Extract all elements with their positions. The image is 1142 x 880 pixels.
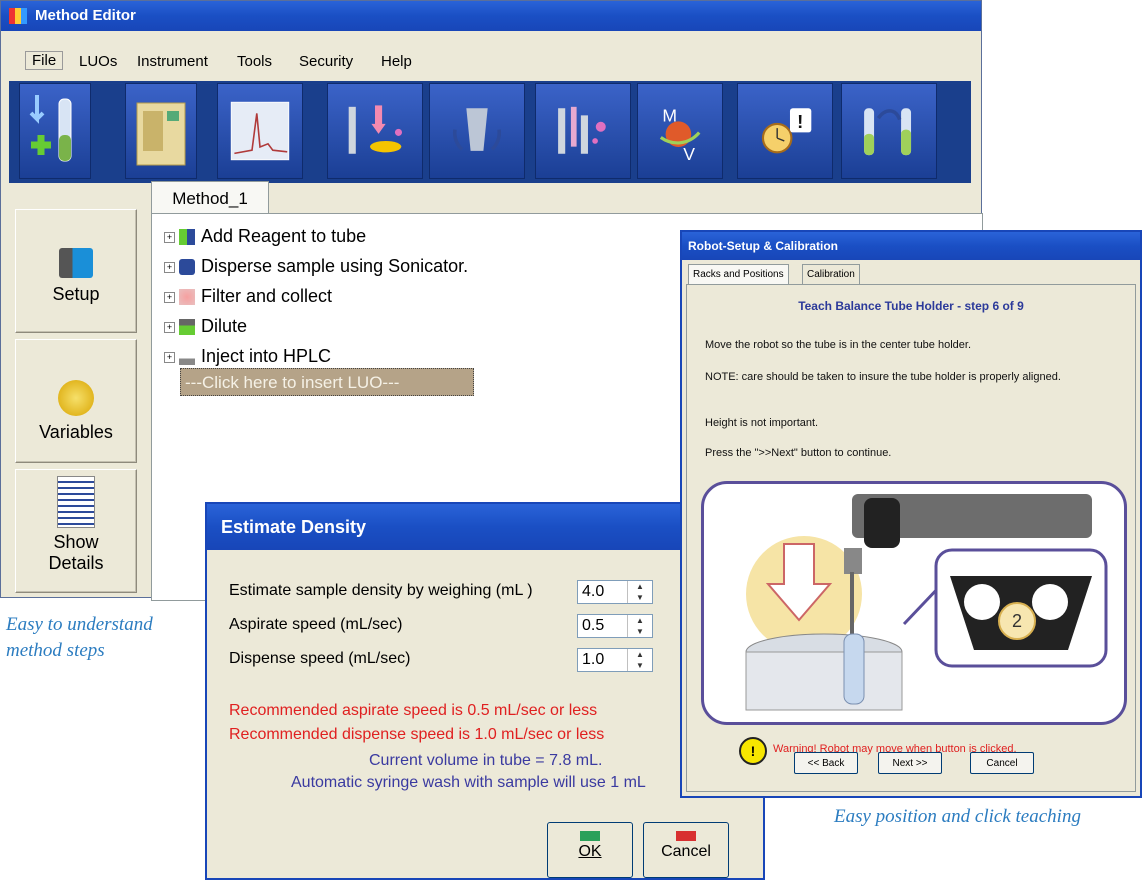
tree-item-label: Filter and collect xyxy=(201,286,333,306)
app-logo-icon xyxy=(9,8,27,24)
robot-setup-titlebar[interactable]: Robot-Setup & Calibration xyxy=(682,232,1140,260)
next-button[interactable]: Next >> xyxy=(878,752,942,774)
svg-text:V: V xyxy=(683,144,695,164)
chromatogram-icon[interactable] xyxy=(217,83,303,179)
dispense-value: 1.0 xyxy=(582,651,605,668)
red-indicator-icon xyxy=(676,831,696,841)
svg-text:!: ! xyxy=(797,111,803,132)
setup-button[interactable]: Setup xyxy=(15,209,137,333)
instrument-icon[interactable] xyxy=(125,83,197,179)
robot-setup-title: Robot-Setup & Calibration xyxy=(688,239,838,253)
sonicator-icon xyxy=(179,259,195,276)
variables-label: Variables xyxy=(39,422,113,442)
show-details-button[interactable]: Show Details xyxy=(15,469,137,593)
tree-item-label: Inject into HPLC xyxy=(201,346,332,366)
menu-tools[interactable]: Tools xyxy=(237,53,272,70)
aspirate-label: Aspirate speed (mL/sec) xyxy=(229,616,403,633)
dispense-warning: Recommended dispense speed is 1.0 mL/sec… xyxy=(229,726,605,743)
menu-security[interactable]: Security xyxy=(299,53,353,70)
menu-file[interactable]: File xyxy=(25,51,64,70)
tab-calibration[interactable]: Calibration xyxy=(802,264,860,285)
window-title: Method Editor xyxy=(35,7,136,24)
tube-holder-illustration: 2 xyxy=(701,481,1127,725)
expand-icon[interactable]: + xyxy=(164,321,175,333)
setup-icon xyxy=(59,248,93,278)
timer-alert-icon[interactable]: ! xyxy=(737,83,833,179)
density-value: 4.0 xyxy=(582,583,605,600)
instruction-line: Move the robot so the tube is in the cen… xyxy=(705,339,972,351)
menu-help[interactable]: Help xyxy=(381,53,412,70)
robot-cancel-button[interactable]: Cancel xyxy=(970,752,1034,774)
luo-toolbar: MV ! xyxy=(9,81,971,183)
tree-item-label: Disperse sample using Sonicator. xyxy=(201,256,469,276)
height-line: Height is not important. xyxy=(705,417,819,429)
center-holder-number: 2 xyxy=(998,602,1036,640)
spinner-arrows-icon[interactable]: ▲ ▼ xyxy=(627,649,652,671)
variables-icon xyxy=(58,380,94,416)
tab-method-1[interactable]: Method_1 xyxy=(151,181,269,215)
note-line: NOTE: care should be taken to insure the… xyxy=(705,371,1061,383)
tab-racks-and-positions[interactable]: Racks and Positions xyxy=(688,264,789,285)
green-indicator-icon xyxy=(580,831,600,841)
aspirate-input[interactable]: 0.5 ▲ ▼ xyxy=(577,614,653,638)
density-input[interactable]: 4.0 ▲ ▼ xyxy=(577,580,653,604)
reagent-icon xyxy=(179,229,195,246)
aspirate-value: 0.5 xyxy=(582,617,605,634)
current-volume-text: Current volume in tube = 7.8 mL. xyxy=(369,752,603,769)
tree-item-disperse[interactable]: + Disperse sample using Sonicator. xyxy=(164,252,468,280)
warning-icon: ! xyxy=(739,737,767,765)
expand-icon[interactable]: + xyxy=(164,261,175,273)
tree-item-label: Dilute xyxy=(201,316,248,336)
transfer-tube-icon[interactable] xyxy=(841,83,937,179)
expand-icon[interactable]: + xyxy=(164,231,175,243)
tree-item-filter[interactable]: + Filter and collect xyxy=(164,282,332,310)
ok-button[interactable]: OK xyxy=(547,822,633,878)
back-button[interactable]: << Back xyxy=(794,752,858,774)
variables-button[interactable]: Variables xyxy=(15,339,137,463)
menu-luos[interactable]: LUOs xyxy=(79,53,117,70)
sonicator-icon[interactable] xyxy=(429,83,525,179)
filter-icon[interactable] xyxy=(535,83,631,179)
tree-item-inject[interactable]: + Inject into HPLC xyxy=(164,342,331,370)
right-holder-slot xyxy=(1032,584,1068,620)
details-label: Details xyxy=(48,553,104,573)
menu-instrument[interactable]: Instrument xyxy=(137,53,208,70)
menu-bar: File LUOs Instrument Tools Security Help xyxy=(1,49,981,77)
tree-item-dilute[interactable]: + Dilute xyxy=(164,312,247,340)
robot-setup-panel: Teach Balance Tube Holder - step 6 of 9 … xyxy=(686,284,1136,792)
filter-icon xyxy=(179,289,195,306)
caption-left-line1: Easy to understand xyxy=(6,614,153,635)
method-editor-titlebar[interactable]: Method Editor xyxy=(1,1,981,31)
hplc-icon xyxy=(179,349,195,366)
tree-item-add-reagent[interactable]: + Add Reagent to tube xyxy=(164,222,366,250)
spinner-arrows-icon[interactable]: ▲ ▼ xyxy=(627,581,652,603)
syringe-wash-text: Automatic syringe wash with sample will … xyxy=(291,774,646,791)
expand-icon[interactable]: + xyxy=(164,291,175,303)
syringe-dispense-icon[interactable] xyxy=(327,83,423,179)
step-heading: Teach Balance Tube Holder - step 6 of 9 xyxy=(798,299,1024,313)
left-holder-slot xyxy=(964,584,1000,620)
insert-luo-button[interactable]: ---Click here to insert LUO--- xyxy=(180,368,474,396)
press-next-line: Press the ">>Next" button to continue. xyxy=(705,447,892,459)
add-reagent-icon[interactable] xyxy=(19,83,91,179)
dispense-input[interactable]: 1.0 ▲ ▼ xyxy=(577,648,653,672)
density-label: Estimate sample density by weighing (mL … xyxy=(229,582,533,599)
dilute-icon xyxy=(179,319,195,336)
caption-left-line2: method steps xyxy=(6,640,105,661)
dialog-title: Estimate Density xyxy=(221,517,367,537)
robot-setup-window: Robot-Setup & Calibration Racks and Posi… xyxy=(680,230,1142,798)
caption-right: Easy position and click teaching xyxy=(834,806,1081,827)
dispense-label: Dispense speed (mL/sec) xyxy=(229,650,411,667)
ok-label: OK xyxy=(578,843,602,860)
expand-icon[interactable]: + xyxy=(164,351,175,363)
spinner-arrows-icon[interactable]: ▲ ▼ xyxy=(627,615,652,637)
setup-label: Setup xyxy=(52,284,100,304)
cancel-label: Cancel xyxy=(661,843,711,860)
aspirate-warning: Recommended aspirate speed is 0.5 mL/sec… xyxy=(229,702,598,719)
details-document-icon xyxy=(57,476,95,528)
show-label: Show xyxy=(53,532,99,552)
mv-variables-icon[interactable]: MV xyxy=(637,83,723,179)
cancel-button[interactable]: Cancel xyxy=(643,822,729,878)
tree-item-label: Add Reagent to tube xyxy=(201,226,367,246)
